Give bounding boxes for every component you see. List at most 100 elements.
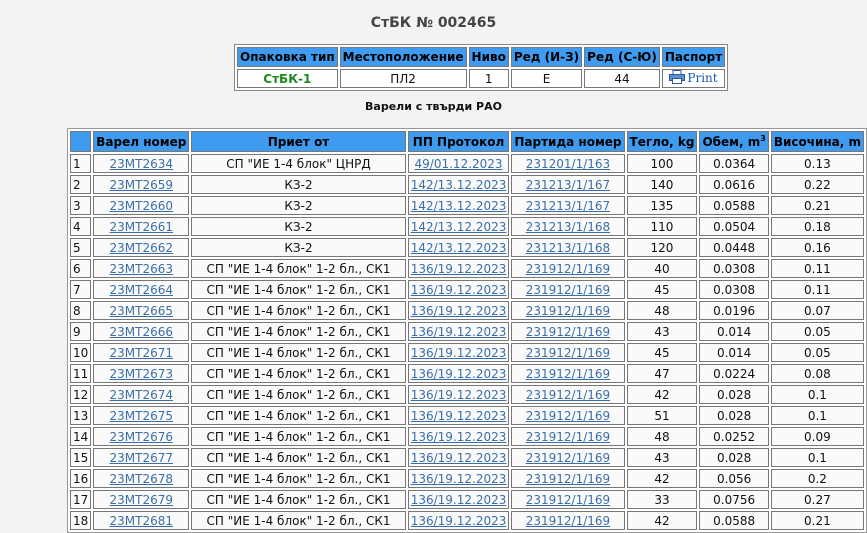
protocol-link[interactable]: 136/19.12.2023 — [411, 430, 507, 444]
received-from: СП "ИЕ 1-4 блок" 1-2 бл., СК1 — [191, 490, 406, 509]
protocol-link[interactable]: 136/19.12.2023 — [411, 451, 507, 465]
batch-number-link[interactable]: 231912/1/169 — [526, 346, 610, 360]
protocol-link[interactable]: 136/19.12.2023 — [411, 472, 507, 486]
barrel-number-link[interactable]: 23MT2634 — [110, 157, 174, 171]
batch-number-link[interactable]: 231912/1/169 — [526, 514, 610, 528]
row-number: 18 — [70, 511, 92, 530]
protocol-link[interactable]: 49/01.12.2023 — [415, 157, 503, 171]
barrel-number-link[interactable]: 23MT2679 — [110, 493, 174, 507]
table-row: 5 23MT2662 КЗ-2 142/13.12.2023 231213/1/168 1… — [70, 238, 864, 257]
volume-value: 0.0756 — [699, 490, 769, 509]
protocol-link[interactable]: 142/13.12.2023 — [411, 241, 507, 255]
protocol-link[interactable]: 136/19.12.2023 — [411, 514, 507, 528]
protocol-link[interactable]: 136/19.12.2023 — [411, 262, 507, 276]
protocol-link[interactable]: 142/13.12.2023 — [411, 178, 507, 192]
barrel-number-link[interactable]: 23MT2681 — [110, 514, 174, 528]
batch-number-cell: 231213/1/167 — [511, 196, 625, 215]
barrel-number-link[interactable]: 23MT2675 — [110, 409, 174, 423]
volume-header: Обем, m3 — [699, 131, 769, 152]
protocol-link[interactable]: 136/19.12.2023 — [411, 388, 507, 402]
barrel-number-cell: 23MT2665 — [93, 301, 190, 320]
protocol-link[interactable]: 136/19.12.2023 — [411, 304, 507, 318]
table-row: 10 23MT2671 СП "ИЕ 1-4 блок" 1-2 бл., СК1 1… — [70, 343, 864, 362]
row-number: 16 — [70, 469, 92, 488]
weight-value: 45 — [626, 280, 698, 299]
batch-number-link[interactable]: 231912/1/169 — [526, 493, 610, 507]
batch-number-link[interactable]: 231912/1/169 — [526, 262, 610, 276]
batch-number-link[interactable]: 231912/1/169 — [526, 283, 610, 297]
batch-number-cell: 231213/1/167 — [511, 175, 625, 194]
barrel-number-link[interactable]: 23MT2665 — [110, 304, 174, 318]
barrel-number-link[interactable]: 23MT2677 — [110, 451, 174, 465]
batch-number-cell: 231201/1/163 — [511, 154, 625, 173]
height-value: 0.1 — [770, 406, 864, 425]
volume-value: 0.0224 — [699, 364, 769, 383]
received-from: КЗ-2 — [191, 238, 406, 257]
table-row: 7 23MT2664 СП "ИЕ 1-4 блок" 1-2 бл., СК1 13… — [70, 280, 864, 299]
weight-value: 43 — [626, 322, 698, 341]
barrel-number-link[interactable]: 23MT2666 — [110, 325, 174, 339]
protocol-link[interactable]: 142/13.12.2023 — [411, 199, 507, 213]
print-link[interactable]: Print — [687, 71, 717, 85]
barrels-table: Варел номер Приет от ПП Протокол Партида… — [67, 128, 867, 533]
barrel-number-link[interactable]: 23MT2662 — [110, 241, 174, 255]
batch-number-link[interactable]: 231912/1/169 — [526, 430, 610, 444]
print-button[interactable]: Print — [661, 69, 726, 88]
weight-value: 42 — [626, 511, 698, 530]
barrel-number-link[interactable]: 23MT2664 — [110, 283, 174, 297]
protocol-link[interactable]: 136/19.12.2023 — [411, 346, 507, 360]
received-from: СП "ИЕ 1-4 блок" 1-2 бл., СК1 — [191, 343, 406, 362]
table-row: 9 23MT2666 СП "ИЕ 1-4 блок" 1-2 бл., СК1 13… — [70, 322, 864, 341]
batch-number-link[interactable]: 231912/1/169 — [526, 388, 610, 402]
height-value: 0.09 — [770, 427, 864, 446]
volume-value: 0.0504 — [699, 217, 769, 236]
table-row: 13 23MT2675 СП "ИЕ 1-4 блок" 1-2 бл., СК1 1… — [70, 406, 864, 425]
barrel-number-link[interactable]: 23MT2661 — [110, 220, 174, 234]
barrel-number-link[interactable]: 23MT2674 — [110, 388, 174, 402]
received-from: СП "ИЕ 1-4 блок" 1-2 бл., СК1 — [191, 364, 406, 383]
batch-number-link[interactable]: 231912/1/169 — [526, 367, 610, 381]
barrel-number-cell: 23MT2674 — [93, 385, 190, 404]
weight-value: 135 — [626, 196, 698, 215]
package-type-header: Опаковка тип — [237, 47, 338, 67]
batch-number-link[interactable]: 231213/1/167 — [526, 178, 610, 192]
protocol-link[interactable]: 142/13.12.2023 — [411, 220, 507, 234]
batch-number-link[interactable]: 231213/1/168 — [526, 220, 610, 234]
protocol-link[interactable]: 136/19.12.2023 — [411, 493, 507, 507]
batch-number-link[interactable]: 231912/1/169 — [526, 451, 610, 465]
received-from: КЗ-2 — [191, 196, 406, 215]
package-header-row: Опаковка тип Местоположение Ниво Ред (И-… — [237, 47, 726, 67]
weight-value: 42 — [626, 385, 698, 404]
height-value: 0.08 — [770, 364, 864, 383]
barrel-number-link[interactable]: 23MT2676 — [110, 430, 174, 444]
barrel-number-cell: 23MT2681 — [93, 511, 190, 530]
barrel-number-link[interactable]: 23MT2663 — [110, 262, 174, 276]
barrel-number-cell: 23MT2660 — [93, 196, 190, 215]
package-value-row: СтБК-1 ПЛ2 1 Е 44 Print — [237, 69, 726, 88]
height-value: 0.18 — [770, 217, 864, 236]
table-row: 6 23MT2663 СП "ИЕ 1-4 блок" 1-2 бл., СК1 13… — [70, 259, 864, 278]
package-type-value: СтБК-1 — [237, 69, 338, 88]
protocol-link[interactable]: 136/19.12.2023 — [411, 283, 507, 297]
protocol-link[interactable]: 136/19.12.2023 — [411, 325, 507, 339]
barrels-header-row: Варел номер Приет от ПП Протокол Партида… — [70, 131, 864, 152]
batch-number-link[interactable]: 231912/1/169 — [526, 304, 610, 318]
batch-number-link[interactable]: 231213/1/167 — [526, 199, 610, 213]
package-level-header: Ниво — [468, 47, 509, 67]
batch-number-link[interactable]: 231912/1/169 — [526, 472, 610, 486]
barrel-number-link[interactable]: 23MT2678 — [110, 472, 174, 486]
batch-number-link[interactable]: 231213/1/168 — [526, 241, 610, 255]
batch-number-link[interactable]: 231912/1/169 — [526, 409, 610, 423]
protocol-link[interactable]: 136/19.12.2023 — [411, 409, 507, 423]
batch-number-link[interactable]: 231201/1/163 — [526, 157, 610, 171]
volume-value: 0.014 — [699, 343, 769, 362]
protocol-link[interactable]: 136/19.12.2023 — [411, 367, 507, 381]
barrel-number-link[interactable]: 23MT2659 — [110, 178, 174, 192]
height-value: 0.27 — [770, 490, 864, 509]
barrel-number-link[interactable]: 23MT2671 — [110, 346, 174, 360]
batch-number-cell: 231912/1/169 — [511, 448, 625, 467]
barrel-number-link[interactable]: 23MT2660 — [110, 199, 174, 213]
barrel-number-link[interactable]: 23MT2673 — [110, 367, 174, 381]
volume-value: 0.0308 — [699, 280, 769, 299]
batch-number-link[interactable]: 231912/1/169 — [526, 325, 610, 339]
